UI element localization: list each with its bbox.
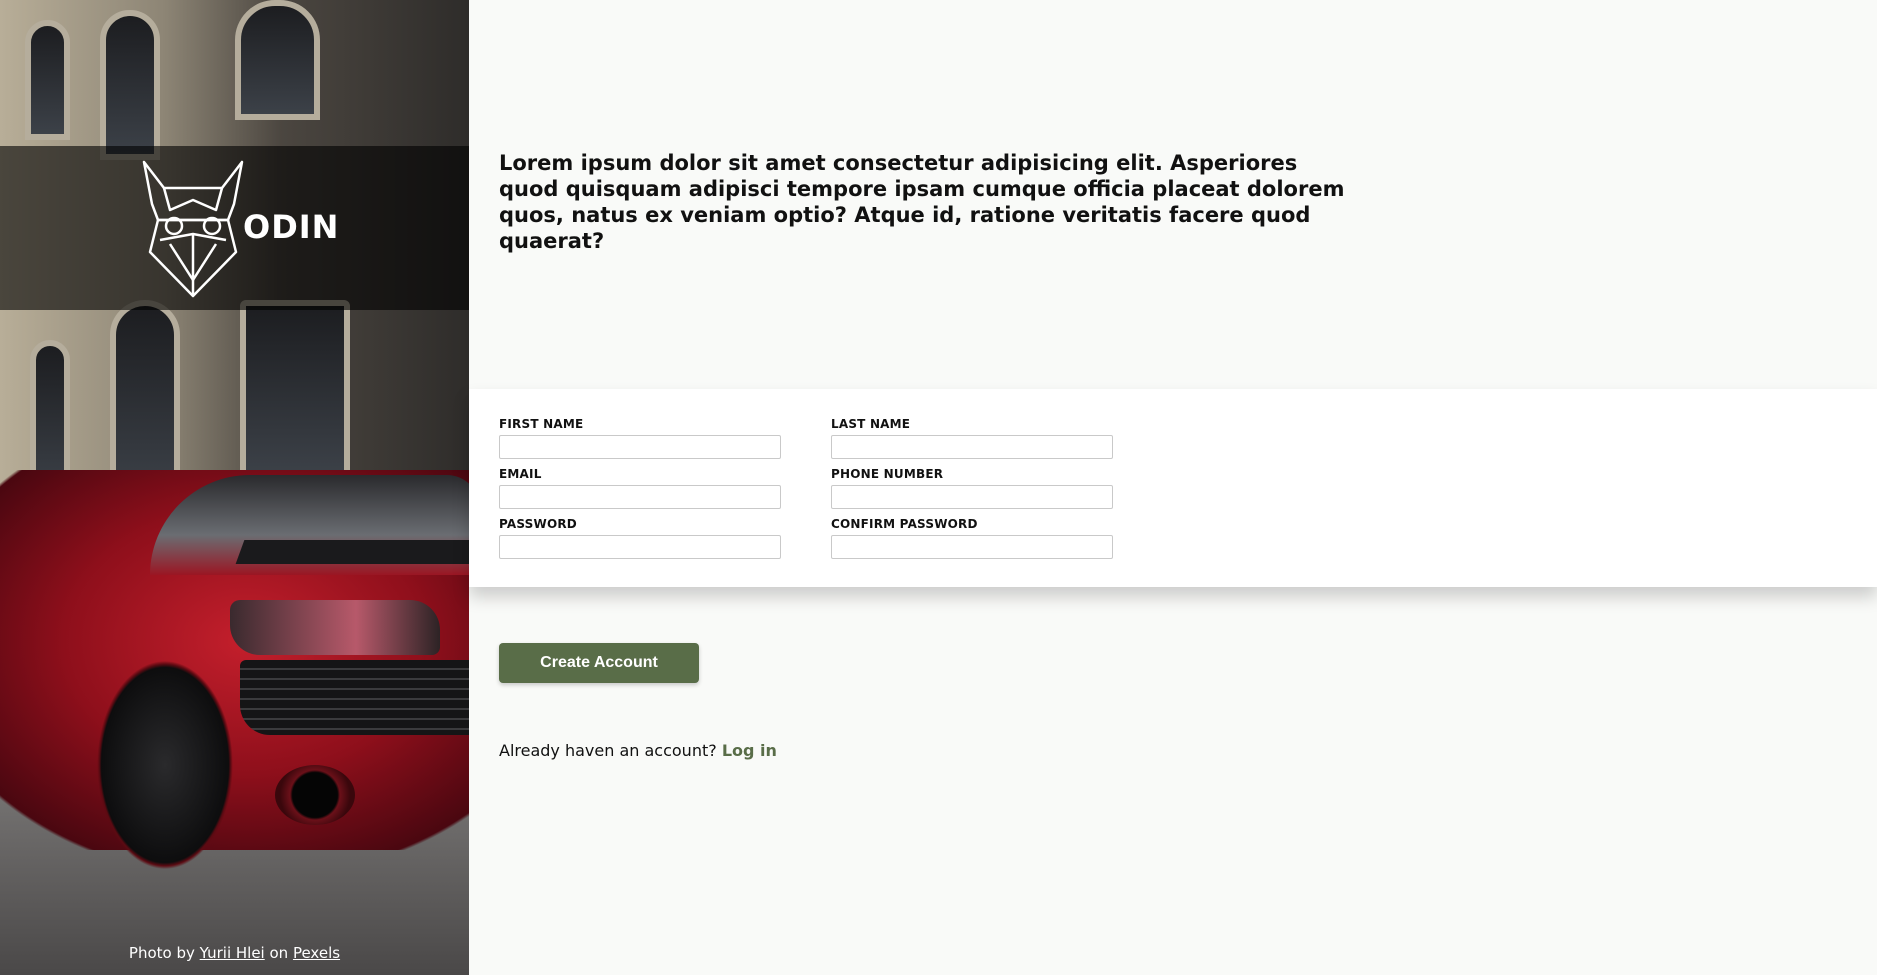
confirm-password-input[interactable] <box>831 535 1113 559</box>
phone-label: PHONE NUMBER <box>831 467 944 481</box>
phone-group: PHONE NUMBER <box>831 467 1113 509</box>
signup-form: FIRST NAME LAST NAME EMAIL PHONE NUMBER … <box>469 389 1877 587</box>
building-window <box>100 10 160 160</box>
email-label: EMAIL <box>499 467 542 481</box>
password-group: PASSWORD <box>499 517 781 559</box>
confirm-password-group: CONFIRM PASSWORD <box>831 517 1113 559</box>
first-name-label: FIRST NAME <box>499 417 584 431</box>
building-window <box>235 0 320 120</box>
car-exhaust <box>275 765 355 825</box>
building-window <box>25 20 70 140</box>
last-name-label: LAST NAME <box>831 417 911 431</box>
viking-helmet-icon <box>142 160 244 298</box>
login-prompt-text: Already haven an account? <box>499 741 717 760</box>
password-label: PASSWORD <box>499 517 577 531</box>
credit-prefix: Photo by <box>128 944 200 962</box>
photo-credit: Photo by Yurii Hlei on Pexels <box>0 944 469 962</box>
car-spoiler <box>235 540 469 564</box>
login-link[interactable]: Log in <box>722 741 777 760</box>
confirm-password-label: CONFIRM PASSWORD <box>831 517 978 531</box>
email-input[interactable] <box>499 485 781 509</box>
author-link[interactable]: Yurii Hlei <box>200 944 265 962</box>
phone-input[interactable] <box>831 485 1113 509</box>
login-prompt: Already haven an account? Log in <box>499 741 777 760</box>
hero-photo-panel: ODIN Photo by Yurii Hlei on Pexels <box>0 0 469 975</box>
brand-name: ODIN <box>243 208 340 246</box>
first-name-group: FIRST NAME <box>499 417 781 459</box>
building-window <box>240 300 350 480</box>
credit-middle: on <box>264 944 293 962</box>
first-name-input[interactable] <box>499 435 781 459</box>
email-group: EMAIL <box>499 467 781 509</box>
last-name-input[interactable] <box>831 435 1113 459</box>
source-link[interactable]: Pexels <box>293 944 340 962</box>
car-grille <box>240 660 469 735</box>
create-account-button[interactable]: Create Account <box>499 643 699 683</box>
car-taillight <box>230 600 440 655</box>
intro-text: Lorem ipsum dolor sit amet consectetur a… <box>499 151 1345 253</box>
car-wheel <box>90 650 240 880</box>
password-input[interactable] <box>499 535 781 559</box>
last-name-group: LAST NAME <box>831 417 1113 459</box>
